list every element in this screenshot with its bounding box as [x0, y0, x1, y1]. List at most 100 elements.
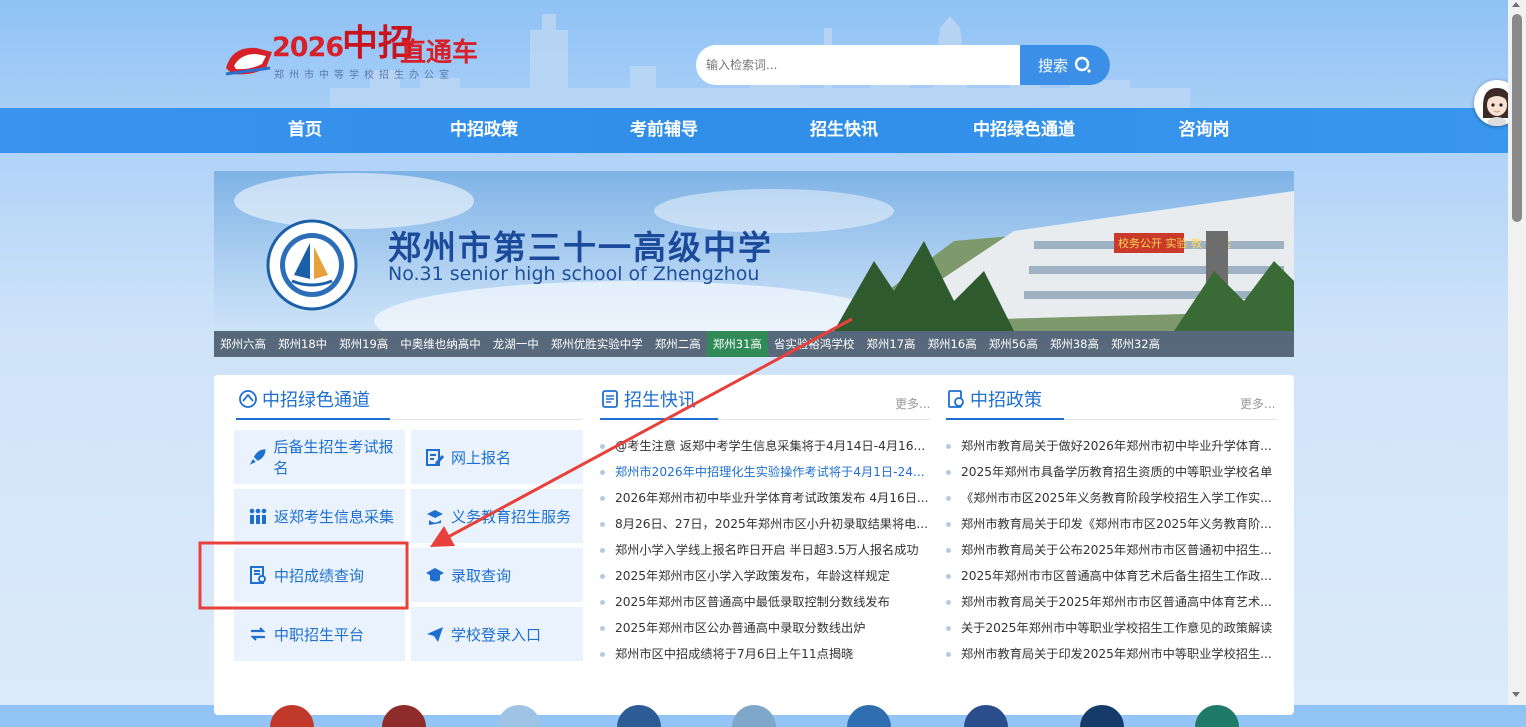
online-registration-button[interactable]: 网上报名 — [411, 430, 583, 484]
button-label: 返郑考生信息采集 — [274, 507, 395, 526]
score-query-button[interactable]: 中招成绩查询 — [234, 548, 405, 602]
school-login-button[interactable]: 学校登录入口 — [411, 607, 583, 661]
bullet-dot — [600, 574, 605, 579]
policy-text: 郑州市教育局关于做好2026年郑州市初中毕业升学体育... — [961, 439, 1272, 453]
news-item[interactable]: 8月26日、27日，2025年郑州市区小升初录取结果将电... — [600, 514, 936, 532]
policy-item[interactable]: 郑州市教育局关于2025年郑州市市区普通高中体育艺术... — [946, 592, 1286, 610]
policy-title: 中招政策 — [970, 390, 1042, 411]
school-tab[interactable]: 郑州19高 — [333, 331, 394, 357]
admission-query-button[interactable]: 录取查询 — [411, 548, 583, 602]
policy-item[interactable]: 关于2025年郑州市中等职业学校招生工作意见的政策解读 — [946, 618, 1286, 636]
nav-home[interactable]: 首页 — [246, 108, 364, 153]
policy-item[interactable]: 《郑州市市区2025年义务教育阶段学校招生入学工作实... — [946, 488, 1286, 506]
train-icon — [225, 47, 272, 76]
button-label: 后备生招生考试报名 — [273, 438, 394, 477]
school-tab[interactable]: 郑州32高 — [1105, 331, 1166, 357]
school-tab[interactable]: 郑州六高 — [214, 331, 272, 357]
button-label: 学校登录入口 — [451, 625, 542, 644]
green-channel-header: 中招绿色通道 — [238, 386, 370, 412]
scroll-up-arrow-icon[interactable] — [1512, 2, 1520, 7]
news-text: 8月26日、27日，2025年郑州市区小升初录取结果将电... — [615, 517, 928, 531]
school-banner[interactable]: 郑州市第三十一高级中学 No.31 senior high school of … — [214, 171, 1294, 357]
nav-consult[interactable]: 咨询岗 — [1144, 108, 1264, 153]
nav-news[interactable]: 招生快讯 — [784, 108, 904, 153]
policy-item[interactable]: 2025年郑州市具备学历教育招生资质的中等职业学校名单 — [946, 462, 1286, 480]
banner-school-name-en: No.31 senior high school of Zhengzhou — [388, 263, 760, 285]
news-item[interactable]: 郑州小学入学线上报名昨日开启 半日超3.5万人报名成功 — [600, 540, 936, 558]
news-flash-underline — [600, 418, 718, 420]
nav-tutoring[interactable]: 考前辅导 — [604, 108, 724, 153]
news-text: @考生注意 返郑中考学生信息采集将于4月14日-4月16... — [615, 439, 926, 453]
policy-item[interactable]: 2025年郑州市市区普通高中体育艺术后备生招生工作政... — [946, 566, 1286, 584]
news-item[interactable]: 2025年郑州市区小学入学政策发布，年龄这样规定 — [600, 566, 936, 584]
policy-underline — [946, 418, 1064, 420]
button-label: 中招成绩查询 — [274, 566, 365, 585]
school-tab[interactable]: 郑州38高 — [1044, 331, 1105, 357]
bullet-dot — [600, 600, 605, 605]
bullet-dot — [946, 444, 951, 449]
news-more-link[interactable]: 更多... — [895, 395, 930, 412]
school-tab[interactable]: 郑州16高 — [922, 331, 983, 357]
main-nav: 首页 中招政策 考前辅导 招生快讯 中招绿色通道 咨询岗 — [0, 108, 1508, 153]
school-tab[interactable]: 郑州二高 — [649, 331, 707, 357]
news-flash-title: 招生快讯 — [624, 390, 696, 411]
school-tab[interactable]: 郑州18中 — [272, 331, 333, 357]
bullet-dot — [946, 600, 951, 605]
search-icon — [1074, 56, 1091, 73]
button-label: 网上报名 — [451, 448, 512, 467]
section-rule — [718, 419, 930, 420]
button-label: 录取查询 — [451, 566, 512, 585]
site-logo[interactable]: 2026 中招 直通车 郑州市中等学校招生办公室 — [222, 12, 492, 90]
button-label: 中职招生平台 — [274, 625, 365, 644]
vocational-platform-button[interactable]: 中职招生平台 — [234, 607, 405, 661]
backup-exam-registration-button[interactable]: 后备生招生考试报名 — [234, 430, 405, 484]
school-building-photo: 校务公开 实验 教 致 远 — [834, 191, 1294, 331]
platform-icon — [250, 627, 266, 641]
policy-text: 《郑州市市区2025年义务教育阶段学校招生入学工作实... — [961, 491, 1272, 505]
school-tab[interactable]: 中奥维也纳高中 — [394, 331, 487, 357]
scrollbar-thumb[interactable] — [1512, 14, 1522, 222]
policy-item[interactable]: 郑州市教育局关于印发《郑州市市区2025年义务教育阶... — [946, 514, 1286, 532]
logo-year: 2026 — [272, 32, 344, 63]
form-edit-icon — [426, 449, 445, 466]
news-item[interactable]: @考生注意 返郑中考学生信息采集将于4月14日-4月16... — [600, 436, 936, 454]
logo-title: 直通车 — [400, 38, 479, 68]
news-item[interactable]: 2026年郑州市初中毕业升学体育考试政策发布 4月16日... — [600, 488, 936, 506]
policy-text: 郑州市教育局关于公布2025年郑州市市区普通初中招生... — [961, 543, 1272, 557]
news-text: 2025年郑州市区普通高中最低录取控制分数线发布 — [615, 595, 890, 609]
search-button[interactable]: 搜索 — [1020, 45, 1110, 85]
scroll-down-arrow-icon[interactable] — [1512, 692, 1520, 697]
policy-text: 郑州市教育局关于印发2025年郑州市中等职业学校招生... — [961, 647, 1272, 661]
search-input[interactable] — [696, 45, 1020, 85]
school-tab[interactable]: 省实验裕鸿学校 — [768, 331, 861, 357]
bullet-dot — [946, 470, 951, 475]
compulsory-education-service-button[interactable]: 义务教育招生服务 — [411, 489, 583, 543]
nav-policy[interactable]: 中招政策 — [424, 108, 544, 153]
content-card: 中招绿色通道 后备生招生考试报名 网上报名 返郑考生信息采集 义务教育招生服务 … — [214, 375, 1294, 727]
policy-more-link[interactable]: 更多... — [1240, 395, 1275, 412]
return-student-info-button[interactable]: 返郑考生信息采集 — [234, 489, 405, 543]
policy-item[interactable]: 郑州市教育局关于印发2025年郑州市中等职业学校招生... — [946, 644, 1286, 662]
news-list-icon — [602, 390, 618, 408]
bullet-dot — [946, 522, 951, 527]
button-label: 义务教育招生服务 — [451, 507, 572, 526]
score-search-icon — [250, 566, 266, 584]
policy-item[interactable]: 郑州市教育局关于公布2025年郑州市市区普通初中招生... — [946, 540, 1286, 558]
school-tab[interactable]: 龙湖一中 — [487, 331, 545, 357]
green-channel-underline — [236, 418, 390, 420]
news-item-highlighted[interactable]: 郑州市2026年中招理化生实验操作考试将于4月1日-24... — [600, 462, 936, 480]
school-tab-active[interactable]: 郑州31高 — [706, 331, 768, 357]
school-tab[interactable]: 郑州优胜实验中学 — [545, 331, 649, 357]
policy-text: 2025年郑州市市区普通高中体育艺术后备生招生工作政... — [961, 569, 1272, 583]
green-channel-title: 中招绿色通道 — [262, 390, 370, 411]
school-tab[interactable]: 郑州17高 — [860, 331, 921, 357]
news-item[interactable]: 2025年郑州市区公办普通高中录取分数线出炉 — [600, 618, 936, 636]
news-text: 2025年郑州市区小学入学政策发布，年龄这样规定 — [615, 569, 890, 583]
news-item[interactable]: 2025年郑州市区普通高中最低录取控制分数线发布 — [600, 592, 936, 610]
rocket-icon — [249, 449, 266, 465]
policy-item[interactable]: 郑州市教育局关于做好2026年郑州市初中毕业升学体育... — [946, 436, 1286, 454]
school-tab[interactable]: 郑州56高 — [983, 331, 1044, 357]
nav-green-channel[interactable]: 中招绿色通道 — [954, 108, 1094, 153]
news-item[interactable]: 郑州市区中招成绩将于7月6日上午11点揭晓 — [600, 644, 936, 662]
bullet-dot — [600, 652, 605, 657]
